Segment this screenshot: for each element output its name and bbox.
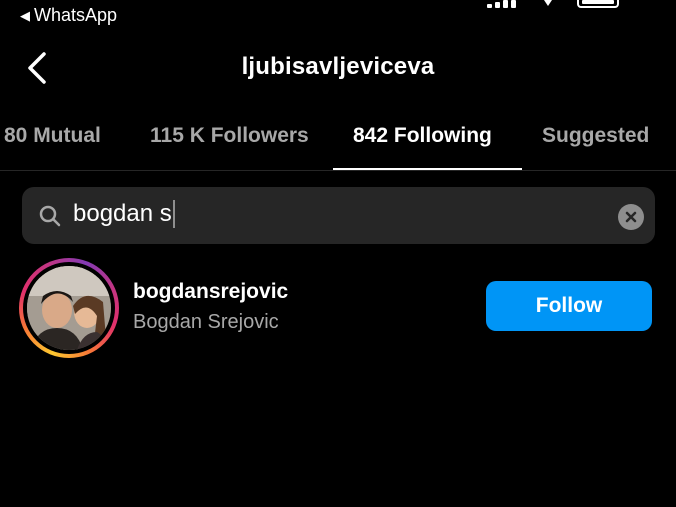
page-title: ljubisavljeviceva [241, 53, 435, 80]
avatar [27, 266, 111, 350]
search-input[interactable]: bogdan s [73, 200, 175, 228]
clear-search-button[interactable] [618, 204, 644, 230]
story-ring[interactable] [19, 258, 119, 358]
wifi-icon [544, 0, 552, 6]
back-app-label: WhatsApp [34, 5, 118, 25]
header: ljubisavljeviceva [0, 40, 676, 96]
tab-suggested[interactable]: Suggested [542, 124, 649, 148]
search-input-value: bogdan s [73, 200, 172, 227]
profile-photo [27, 266, 111, 350]
tab-mutual[interactable]: 80 Mutual [4, 124, 101, 148]
search-icon [39, 205, 61, 227]
triangle-left-icon: ◀ [20, 7, 30, 23]
tab-following[interactable]: 842 Following [353, 124, 492, 148]
username[interactable]: bogdansrejovic [133, 280, 288, 304]
avatar-border [23, 262, 115, 354]
tab-followers[interactable]: 115 K Followers [150, 124, 309, 148]
clear-icon [625, 211, 637, 223]
text-cursor [172, 200, 175, 228]
list-item[interactable]: bogdansrejovic Bogdan Srejovic Follow [0, 255, 676, 359]
search-field[interactable]: bogdan s [22, 187, 655, 244]
status-bar: ◀ WhatsApp [0, 0, 676, 30]
full-name: Bogdan Srejovic [133, 311, 279, 333]
follow-button[interactable]: Follow [486, 281, 652, 331]
tab-bar: 80 Mutual 115 K Followers 842 Following … [0, 104, 676, 171]
back-to-app-link[interactable]: ◀ WhatsApp [20, 5, 117, 26]
cellular-signal-icon [487, 0, 516, 8]
battery-icon [577, 0, 619, 8]
active-tab-indicator [333, 168, 522, 170]
